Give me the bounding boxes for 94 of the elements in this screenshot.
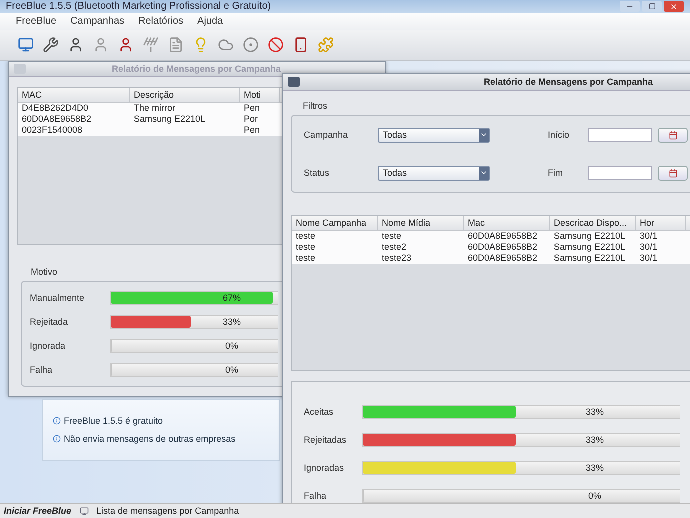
table-cell-text: 60D0A8E9658B2 xyxy=(467,242,539,253)
user-icon[interactable] xyxy=(68,37,84,53)
window-icon[interactable] xyxy=(80,506,89,516)
bar-label: Rejeitadas xyxy=(304,435,348,445)
column-header[interactable]: Nome Campanha xyxy=(292,216,378,230)
column-header[interactable]: Descricao Dispo... xyxy=(550,216,636,230)
puzzle-icon[interactable] xyxy=(318,37,334,53)
group-label: Filtros xyxy=(303,101,328,111)
column-header[interactable]: Hor xyxy=(636,216,686,230)
calendar-icon xyxy=(668,130,678,140)
system-menu-icon[interactable] xyxy=(288,77,300,87)
window-title: FreeBlue 1.5.5 (Bluetooth Marketing Profissional e Gratuito) xyxy=(6,1,272,12)
column-header[interactable]: Moti xyxy=(240,88,280,102)
close-button[interactable] xyxy=(664,1,684,12)
maximize-icon xyxy=(648,3,656,10)
table-cell-text: 30/1 xyxy=(639,253,659,264)
table-cell-text: teste xyxy=(295,231,317,242)
disc-icon[interactable] xyxy=(243,37,259,53)
table-cell-text: teste xyxy=(381,231,403,242)
monitor-icon[interactable] xyxy=(18,37,34,53)
start-date-field[interactable] xyxy=(588,128,652,142)
caret-icon xyxy=(479,128,489,142)
menu-item[interactable]: Relatórios xyxy=(138,16,184,27)
table-cell-text: Samsung E2210L xyxy=(553,253,627,264)
taskbar-item[interactable]: Lista de mensagens por Campanha xyxy=(96,506,240,516)
info-text: FreeBlue 1.5.5 é gratuito xyxy=(64,416,164,426)
window-title: Relatório de Mensagens por Campanha xyxy=(112,64,282,74)
field-label: Campanha xyxy=(304,130,350,140)
percent-reading: 67% xyxy=(222,292,242,304)
info-text: Não envia mensagens de outras empresas xyxy=(64,434,236,444)
table-cell-text: 30/1 xyxy=(639,231,659,242)
table-cell-text: 60D0A8E9658B2 xyxy=(467,253,539,264)
column-header[interactable]: MAC xyxy=(18,88,130,102)
stop-icon[interactable] xyxy=(268,37,284,53)
menu-item[interactable]: Ajuda xyxy=(198,16,224,27)
wrench-icon[interactable] xyxy=(43,37,59,53)
bar-label: Falha xyxy=(304,491,328,501)
calendar-button[interactable] xyxy=(658,128,688,142)
user-icon[interactable] xyxy=(118,37,134,53)
percent-reading: 33% xyxy=(584,434,605,446)
start-label[interactable]: Iniciar FreeBlue xyxy=(4,506,72,516)
table-cell-text: teste2 xyxy=(381,242,408,253)
table-cell-text: teste23 xyxy=(381,253,413,264)
bar-label: Falha xyxy=(30,365,54,375)
document-icon[interactable] xyxy=(168,37,184,53)
table-cell-text: The mirror xyxy=(133,103,177,114)
table-cell-text: 60D0A8E9658B2 xyxy=(467,231,539,242)
table-cell-text: Samsung E2210L xyxy=(133,114,207,125)
bar-label: Ignoradas xyxy=(304,463,346,473)
field-label: Fim xyxy=(548,168,564,178)
window-title: Relatório de Mensagens por Campanha xyxy=(484,77,654,87)
column-header[interactable]: Mac xyxy=(464,216,550,230)
campaign-select[interactable]: Todas xyxy=(378,128,490,142)
minimize-button[interactable] xyxy=(620,1,640,12)
menu-item[interactable]: FreeBlue xyxy=(16,16,57,27)
caret-icon xyxy=(479,166,489,180)
menu-item[interactable]: Campanhas xyxy=(70,16,124,27)
column-header[interactable]: Nome Mídia xyxy=(378,216,464,230)
bar-label: Aceitas xyxy=(304,407,335,417)
percent-reading: 0% xyxy=(224,340,240,352)
percent-reading: 33% xyxy=(584,462,605,474)
field-label: Início xyxy=(548,130,571,140)
column-header[interactable]: Descrição xyxy=(130,88,240,102)
antenna-icon[interactable] xyxy=(143,37,159,53)
percent-reading: 0% xyxy=(587,490,602,502)
bar-label: Manualmente xyxy=(30,293,86,303)
table-cell-text: Por xyxy=(243,114,260,125)
field-label: Status xyxy=(304,168,331,178)
bar-label: Ignorada xyxy=(30,341,67,351)
table-cell-text: teste xyxy=(295,253,317,264)
table-cell-text: Pen xyxy=(243,125,262,136)
bar-label: Rejeitada xyxy=(30,317,70,327)
close-icon xyxy=(670,2,678,10)
table-cell-text: D4E8B262D4D0 xyxy=(21,103,90,114)
end-date-field[interactable] xyxy=(588,166,652,180)
calendar-button[interactable] xyxy=(658,166,688,180)
percent-reading: 33% xyxy=(222,316,242,328)
status-select[interactable]: Todas xyxy=(378,166,490,180)
maximize-button[interactable] xyxy=(642,1,662,12)
table-cell-text: teste xyxy=(295,242,317,253)
percent-reading: 0% xyxy=(224,364,240,376)
info-icon xyxy=(53,435,61,443)
table-cell-text: Samsung E2210L xyxy=(553,231,627,242)
phone-icon[interactable] xyxy=(293,37,309,53)
table-cell-text: 30/1 xyxy=(639,242,659,253)
table-cell-text: 60D0A8E9658B2 xyxy=(21,114,93,125)
percent-reading: 33% xyxy=(584,406,605,418)
cloud-icon[interactable] xyxy=(218,37,234,53)
group-label: Motivo xyxy=(31,267,59,277)
table-cell-text: Pen xyxy=(243,103,262,114)
calendar-icon xyxy=(668,168,678,178)
table-cell-text: 0023F1540008 xyxy=(21,125,84,136)
info-icon xyxy=(53,417,61,425)
table-cell-text: Samsung E2210L xyxy=(553,242,627,253)
